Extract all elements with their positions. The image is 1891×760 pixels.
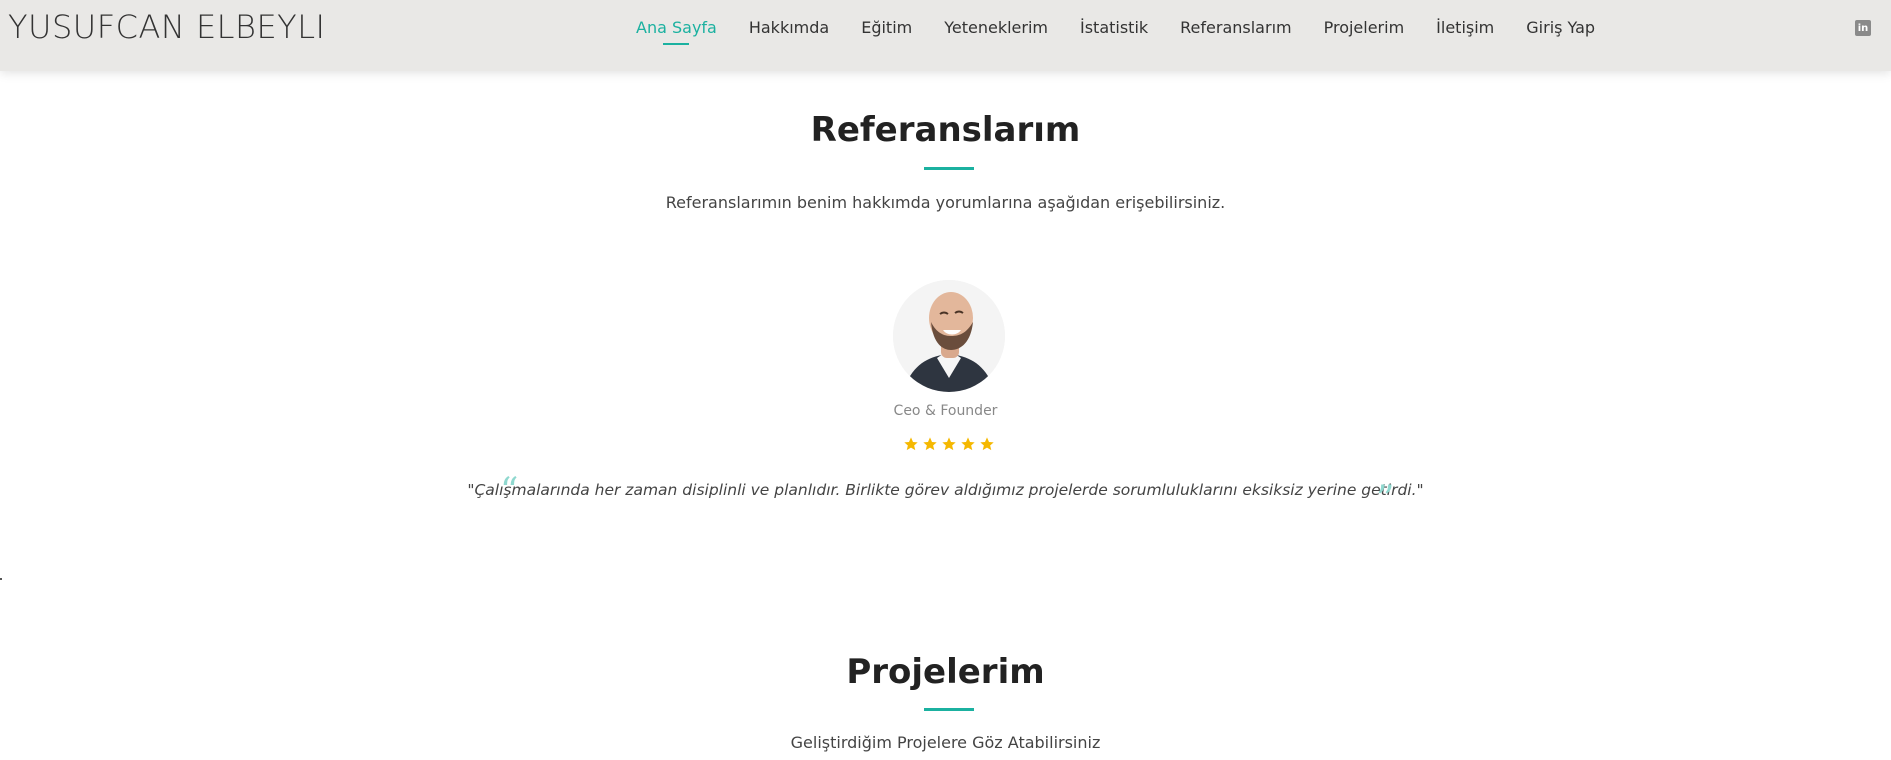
nav-item-ana-sayfa[interactable]: Ana Sayfa (636, 18, 717, 45)
star-icon (904, 437, 918, 451)
references-title-underline (924, 167, 974, 170)
nav-item-hakkimda[interactable]: Hakkımda (749, 18, 829, 43)
nav-item-yeteneklerim[interactable]: Yeteneklerim (944, 18, 1048, 43)
star-icon (923, 437, 937, 451)
nav-item-referanslarim[interactable]: Referanslarım (1180, 18, 1291, 43)
linkedin-icon[interactable]: in (1855, 20, 1871, 36)
testimonial-avatar (893, 280, 1005, 392)
testimonial-quote-wrapper: "Çalışmalarında her zaman disiplinli ve … (0, 480, 1891, 499)
main-nav: Ana Sayfa Hakkımda Eğitim Yeteneklerim İ… (636, 18, 1627, 45)
nav-item-giris-yap[interactable]: Giriş Yap (1526, 18, 1595, 43)
site-header: YUSUFCAN ELBEYLI Ana Sayfa Hakkımda Eğit… (0, 0, 1891, 71)
testimonial-quote: "Çalışmalarında her zaman disiplinli ve … (467, 481, 1424, 499)
star-icon (961, 437, 975, 451)
references-title: Referanslarım (810, 110, 1081, 150)
projects-title: Projelerim (846, 652, 1045, 692)
avatar-portrait (893, 280, 1005, 392)
page: YUSUFCAN ELBEYLI Ana Sayfa Hakkımda Eğit… (0, 0, 1891, 760)
testimonial-rating (903, 436, 995, 452)
nav-item-istatistik[interactable]: İstatistik (1080, 18, 1148, 43)
references-subtitle: Referanslarımın benim hakkımda yorumları… (665, 193, 1226, 212)
site-logo[interactable]: YUSUFCAN ELBEYLI (8, 8, 325, 46)
quote-close-icon: ” (1376, 479, 1395, 520)
nav-item-iletisim[interactable]: İletişim (1436, 18, 1494, 43)
projects-subtitle: Geliştirdiğim Projelere Göz Atabilirsini… (790, 733, 1101, 752)
nav-item-projelerim[interactable]: Projelerim (1324, 18, 1405, 43)
star-icon (942, 437, 956, 451)
nav-item-egitim[interactable]: Eğitim (861, 18, 912, 43)
projects-title-underline (924, 708, 974, 711)
stray-dot (0, 578, 2, 580)
star-icon (980, 437, 994, 451)
testimonial-role: Ceo & Founder (893, 403, 998, 419)
